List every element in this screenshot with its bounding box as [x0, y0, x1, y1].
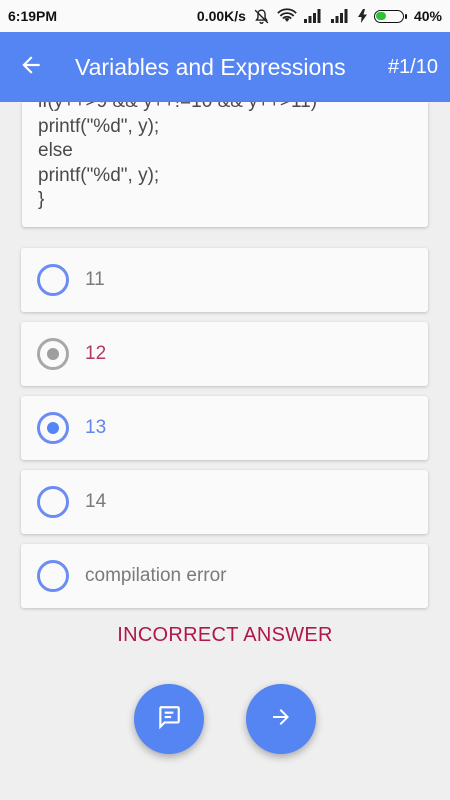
status-time: 6:19PM: [8, 8, 58, 24]
status-bar: 6:19PM 0.00K/s 40%: [0, 0, 450, 32]
forward-arrow-icon: [269, 705, 293, 734]
option-3[interactable]: 13: [21, 396, 428, 460]
radio-button[interactable]: [37, 560, 69, 592]
radio-button[interactable]: [37, 486, 69, 518]
page-title: Variables and Expressions: [75, 53, 346, 80]
option-label: 12: [85, 343, 107, 364]
battery-icon: [373, 9, 407, 23]
option-label: compilation error: [85, 565, 227, 586]
signal-icon: [330, 9, 351, 23]
option-label: 14: [85, 491, 107, 512]
radio-button[interactable]: [37, 264, 69, 296]
signal-icon: [303, 9, 324, 23]
wifi-icon: [277, 8, 297, 24]
question-code: if(y++>9 && y++!=10 && y++>11) printf("%…: [38, 102, 317, 210]
option-5[interactable]: compilation error: [21, 544, 428, 608]
status-icons: 0.00K/s 40%: [197, 8, 442, 25]
comment-button[interactable]: [134, 684, 204, 754]
option-label: 11: [85, 269, 105, 290]
app-bar: Variables and Expressions #1/10: [0, 32, 450, 102]
back-arrow-icon: [18, 52, 44, 83]
comment-icon: [156, 704, 182, 735]
option-1[interactable]: 11: [21, 248, 428, 312]
charging-icon: [357, 9, 367, 23]
back-button[interactable]: [0, 32, 62, 102]
question-card: if(y++>9 && y++!=10 && y++>11) printf("%…: [22, 102, 428, 227]
result-message: INCORRECT ANSWER: [117, 624, 333, 646]
muted-bell-icon: [253, 8, 270, 25]
question-counter: #1/10: [387, 55, 438, 78]
radio-button-selected[interactable]: [37, 338, 69, 370]
option-label: 13: [85, 417, 107, 438]
network-speed: 0.00K/s: [196, 8, 246, 24]
option-2[interactable]: 12: [21, 322, 428, 386]
option-4[interactable]: 14: [21, 470, 428, 534]
battery-percent: 40%: [413, 8, 442, 24]
next-button[interactable]: [246, 684, 316, 754]
radio-button-correct[interactable]: [37, 412, 69, 444]
